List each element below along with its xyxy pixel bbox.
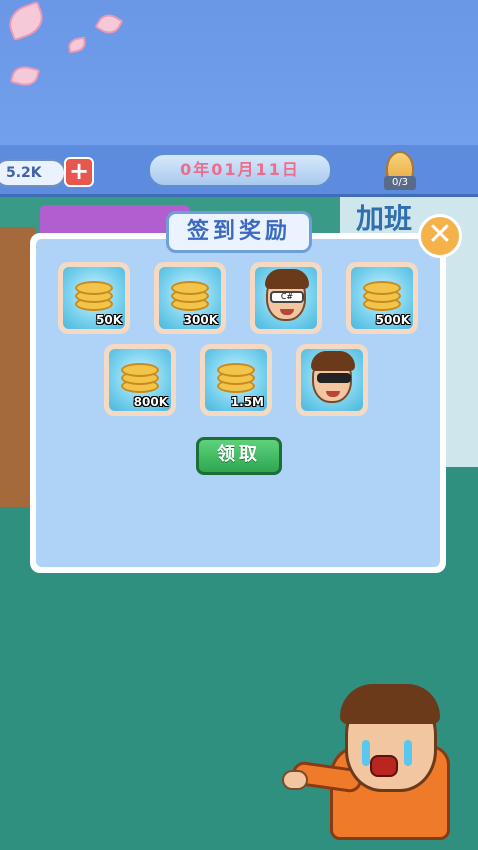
petal-decoration: [3, 0, 49, 42]
petal-decoration: [66, 36, 88, 54]
coin-stack-icon: [121, 363, 159, 393]
petal-decoration: [9, 62, 41, 90]
tear-drop: [362, 740, 370, 766]
boss-character-icon: [311, 351, 355, 403]
claim-button[interactable]: 领取: [196, 437, 282, 475]
coin-stack-icon: [217, 363, 255, 393]
reward-tile: C#: [255, 267, 317, 329]
reward-tile: [301, 349, 363, 411]
coin-stack-icon: [75, 281, 113, 311]
character-mouth: [370, 755, 398, 777]
reward-amount: 300K: [183, 313, 218, 327]
dialog-title: 签到奖励: [166, 211, 312, 253]
coin-stack-icon: [363, 281, 401, 311]
plus-icon: +: [68, 157, 90, 185]
reward-day-2[interactable]: 300K: [154, 262, 226, 334]
glasses-label: C#: [270, 291, 304, 303]
close-icon: ✕: [427, 217, 453, 252]
money-value: 5.2K: [6, 165, 42, 181]
reward-day-3[interactable]: C#: [250, 262, 322, 334]
reward-tile: 800K: [109, 349, 171, 411]
reward-tile: 1.5M: [205, 349, 267, 411]
add-money-button[interactable]: +: [64, 157, 94, 187]
reward-tile: 500K: [351, 267, 413, 329]
reward-amount: 500K: [375, 313, 410, 327]
reward-day-5[interactable]: 800K: [104, 344, 176, 416]
petal-decoration: [94, 9, 124, 39]
money-display: 5.2K: [0, 159, 66, 187]
character-hair: [340, 684, 440, 724]
egg-count: 0/3: [384, 176, 416, 190]
reward-amount: 1.5M: [230, 395, 264, 409]
close-button[interactable]: ✕: [418, 214, 462, 258]
reward-amount: 50K: [96, 313, 122, 327]
coin-stack-icon: [171, 281, 209, 311]
date-display: 0年01月11日: [148, 153, 332, 187]
tear-drop: [404, 740, 412, 766]
reward-day-1[interactable]: 50K: [58, 262, 130, 334]
character-hand: [282, 770, 308, 790]
top-hud: 5.2K + 0年01月11日 0/3: [0, 145, 478, 197]
reward-tile: 50K: [63, 267, 125, 329]
reward-day-7[interactable]: [296, 344, 368, 416]
reward-day-4[interactable]: 500K: [346, 262, 418, 334]
reward-tile: 300K: [159, 267, 221, 329]
reward-amount: 800K: [133, 395, 168, 409]
reward-day-6[interactable]: 1.5M: [200, 344, 272, 416]
date-value: 0年01月11日: [180, 160, 300, 179]
wall-sign: 加班: [356, 202, 413, 235]
programmer-character-icon: C#: [265, 269, 309, 321]
